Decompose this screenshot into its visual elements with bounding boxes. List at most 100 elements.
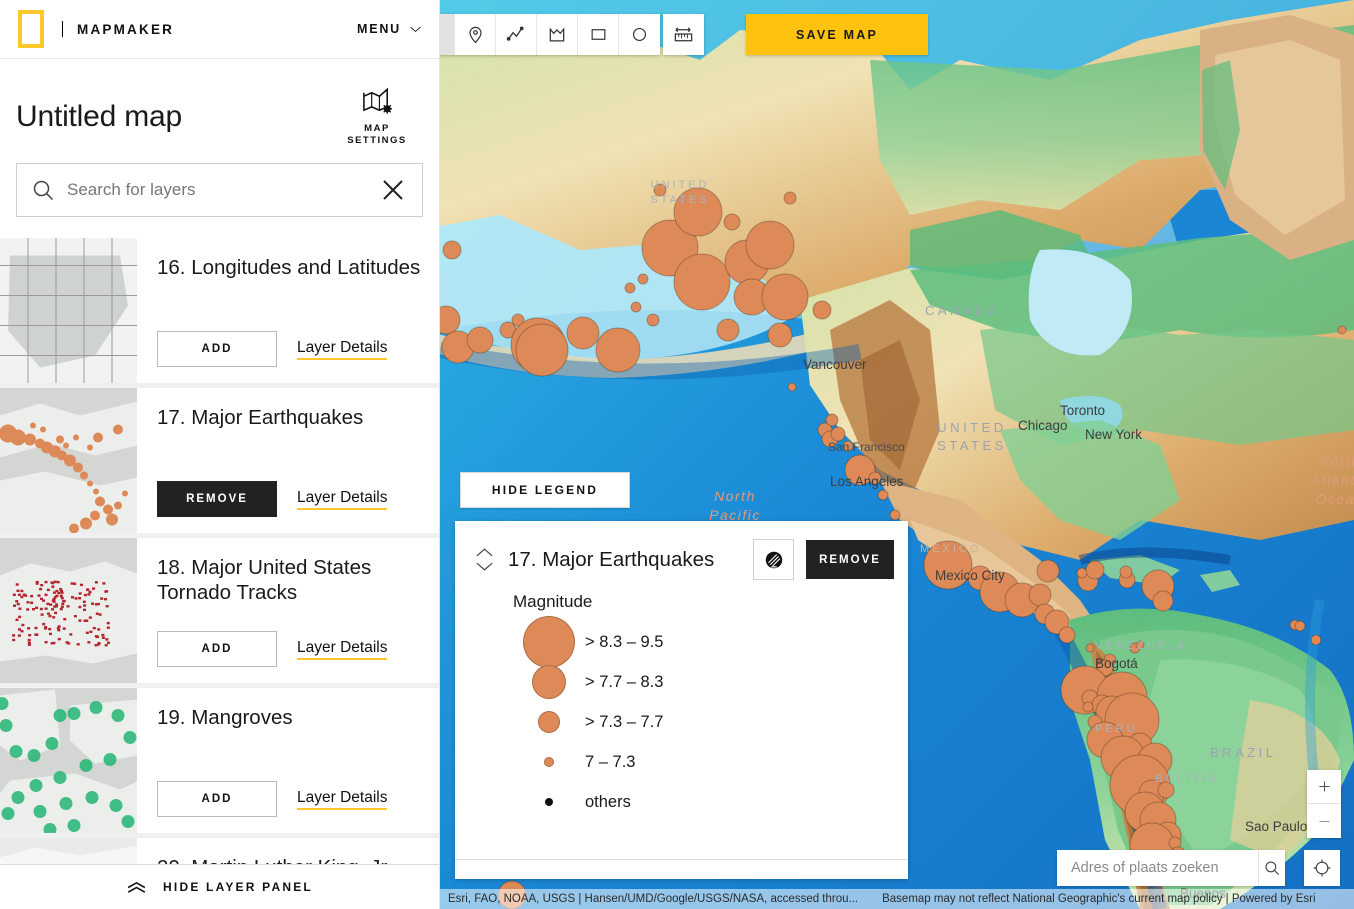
close-icon (383, 180, 403, 200)
earthquake-symbol[interactable] (723, 213, 741, 231)
layer-title: 18. Major United States Tornado Tracks (157, 556, 372, 604)
earthquake-symbol[interactable] (1085, 560, 1105, 580)
marker-tool[interactable] (455, 14, 496, 55)
layer-list-item[interactable]: 20. Martin Luther King, Jr.,ADDLayer Det… (0, 838, 439, 864)
earthquake-symbol[interactable] (1157, 781, 1175, 799)
earthquake-symbol[interactable] (1119, 565, 1133, 579)
circle-tool[interactable] (619, 14, 660, 55)
earthquake-symbol[interactable] (515, 323, 569, 377)
earthquake-symbol[interactable] (630, 301, 642, 313)
earthquake-symbol[interactable] (761, 273, 809, 321)
earthquake-symbol[interactable] (889, 509, 901, 521)
polyline-tool[interactable] (496, 14, 537, 55)
zoom-out-button[interactable] (1307, 804, 1341, 838)
clear-search-button[interactable] (378, 175, 408, 205)
zoom-in-button[interactable] (1307, 770, 1341, 804)
minus-icon (1319, 820, 1329, 822)
earthquake-symbol[interactable] (1076, 567, 1088, 579)
place-search-box[interactable] (1057, 850, 1285, 886)
map-attribution: Esri, FAO, NOAA, USGS | Hansen/UMD/Googl… (440, 889, 1354, 909)
earthquake-symbol[interactable] (830, 426, 846, 442)
earthquake-symbol[interactable] (1058, 626, 1076, 644)
national-geographic-logo-icon[interactable] (18, 10, 44, 48)
earthquake-symbol[interactable] (1310, 634, 1322, 646)
layer-style-button[interactable] (753, 539, 794, 580)
menu-button[interactable]: MENU (357, 22, 421, 36)
earthquake-symbol[interactable] (442, 240, 462, 260)
search-icon (33, 180, 54, 200)
remove-layer-button[interactable]: REMOVE (157, 481, 277, 517)
legend-header: 17. Major Earthquakes REMOVE (455, 521, 908, 580)
polygon-tool[interactable] (537, 14, 578, 55)
search-input[interactable] (55, 179, 378, 200)
earthquake-symbol[interactable] (812, 300, 832, 320)
layer-list-item[interactable]: 19. Mangroves ADD Layer Details (0, 688, 439, 838)
legend-layer-title: 17. Major Earthquakes (508, 547, 715, 571)
earthquake-symbol[interactable] (842, 440, 854, 452)
legend-item: 7 – 7.3 (513, 742, 908, 782)
earthquake-symbol[interactable] (1337, 325, 1347, 335)
earthquake-symbol[interactable] (566, 316, 600, 350)
layer-panel: MAPMAKER MENU Untitled map MAP SETTINGS (0, 0, 440, 909)
page-title: Untitled map (16, 99, 183, 133)
legend-item-label: > 8.3 – 9.5 (585, 632, 664, 651)
map-title-row: Untitled map MAP SETTINGS (0, 59, 439, 159)
earthquake-symbol[interactable] (1135, 640, 1145, 650)
legend-items: > 8.3 – 9.5 > 7.7 – 8.3 > 7.3 – 7.7 7 – 7.3… (455, 616, 908, 822)
save-map-button[interactable]: SAVE MAP (746, 14, 928, 55)
measure-tool[interactable] (663, 14, 704, 55)
earthquake-symbol[interactable] (1082, 701, 1094, 713)
earthquake-symbol[interactable] (1152, 590, 1174, 612)
legend-item-label: > 7.7 – 8.3 (585, 672, 664, 691)
place-search-input[interactable] (1057, 860, 1258, 876)
earthquake-symbol[interactable] (825, 413, 839, 427)
earthquake-symbol[interactable] (673, 253, 731, 311)
hide-layer-panel-button[interactable]: HIDE LAYER PANEL (0, 864, 439, 909)
geolocate-button[interactable] (1304, 850, 1340, 886)
layer-details-link[interactable]: Layer Details (297, 639, 388, 660)
earthquake-symbol[interactable] (440, 305, 461, 335)
earthquake-symbol[interactable] (868, 471, 882, 485)
earthquake-symbol[interactable] (783, 191, 797, 205)
legend-reorder-control[interactable] (473, 545, 496, 574)
add-layer-button[interactable]: ADD (157, 631, 277, 667)
earthquake-symbol[interactable] (637, 273, 649, 285)
earthquake-symbol[interactable] (653, 183, 667, 197)
earthquake-symbol[interactable] (1036, 559, 1060, 583)
attribution-right: Basemap may not reflect National Geograp… (882, 893, 1316, 905)
earthquake-symbol[interactable] (646, 313, 660, 327)
layer-list-item[interactable]: 16. Longitudes and Latitudes ADD Layer Det… (0, 238, 439, 388)
hide-legend-button[interactable]: HIDE LEGEND (460, 472, 630, 508)
layer-details-link[interactable]: Layer Details (297, 789, 388, 810)
earthquake-symbol[interactable] (1085, 643, 1095, 653)
earthquake-symbol[interactable] (624, 282, 636, 294)
earthquake-symbol[interactable] (1294, 620, 1306, 632)
layer-list-item[interactable]: 18. Major United States Tornado Tracks AD… (0, 538, 439, 688)
earthquake-symbol[interactable] (595, 327, 641, 373)
earthquake-symbol[interactable] (716, 318, 740, 342)
earthquake-symbol[interactable] (787, 382, 797, 392)
earthquake-symbol[interactable] (877, 489, 889, 501)
layer-search-box[interactable] (16, 162, 423, 217)
earthquake-symbol[interactable] (923, 540, 973, 590)
layer-list-item[interactable]: 17. Major Earthquakes REMOVE Layer Details (0, 388, 439, 538)
hide-layer-panel-label: HIDE LAYER PANEL (163, 880, 313, 894)
place-search-button[interactable] (1258, 850, 1285, 886)
add-layer-button[interactable]: ADD (157, 781, 277, 817)
earthquake-symbol[interactable] (767, 322, 793, 348)
rectangle-tool[interactable] (578, 14, 619, 55)
layer-details-link[interactable]: Layer Details (297, 339, 388, 360)
chevron-double-up-icon (127, 881, 146, 893)
earthquake-symbol[interactable] (466, 326, 494, 354)
plus-icon (1319, 781, 1329, 792)
earthquake-symbol[interactable] (673, 187, 723, 237)
chevron-up-icon (476, 548, 493, 557)
legend-remove-button[interactable]: REMOVE (806, 540, 894, 579)
layer-list[interactable]: 16. Longitudes and Latitudes ADD Layer Det… (0, 238, 439, 864)
map-settings-button[interactable]: MAP SETTINGS (331, 87, 423, 147)
earthquake-symbol[interactable] (745, 220, 795, 270)
legend-item: > 8.3 – 9.5 (513, 616, 908, 668)
add-layer-button[interactable]: ADD (157, 331, 277, 367)
layer-details-link[interactable]: Layer Details (297, 489, 388, 510)
earthquake-symbol[interactable] (1028, 583, 1052, 607)
